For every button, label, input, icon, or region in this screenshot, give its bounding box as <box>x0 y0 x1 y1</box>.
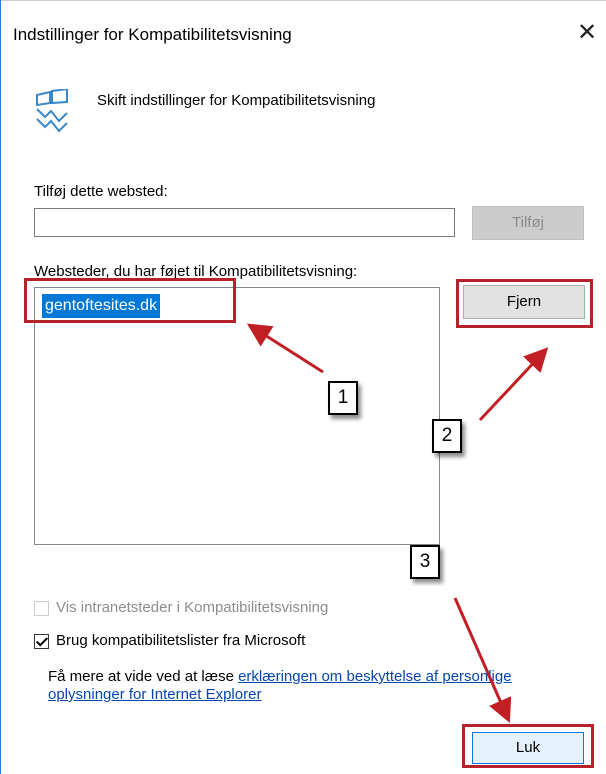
arrow-1 <box>246 323 324 374</box>
arrow-2 <box>478 347 549 422</box>
callout-1: 1 <box>328 381 358 415</box>
arrow-3 <box>453 597 512 723</box>
callout-3: 3 <box>410 545 440 579</box>
annotation-arrows <box>246 323 549 723</box>
callout-2: 2 <box>432 419 462 453</box>
